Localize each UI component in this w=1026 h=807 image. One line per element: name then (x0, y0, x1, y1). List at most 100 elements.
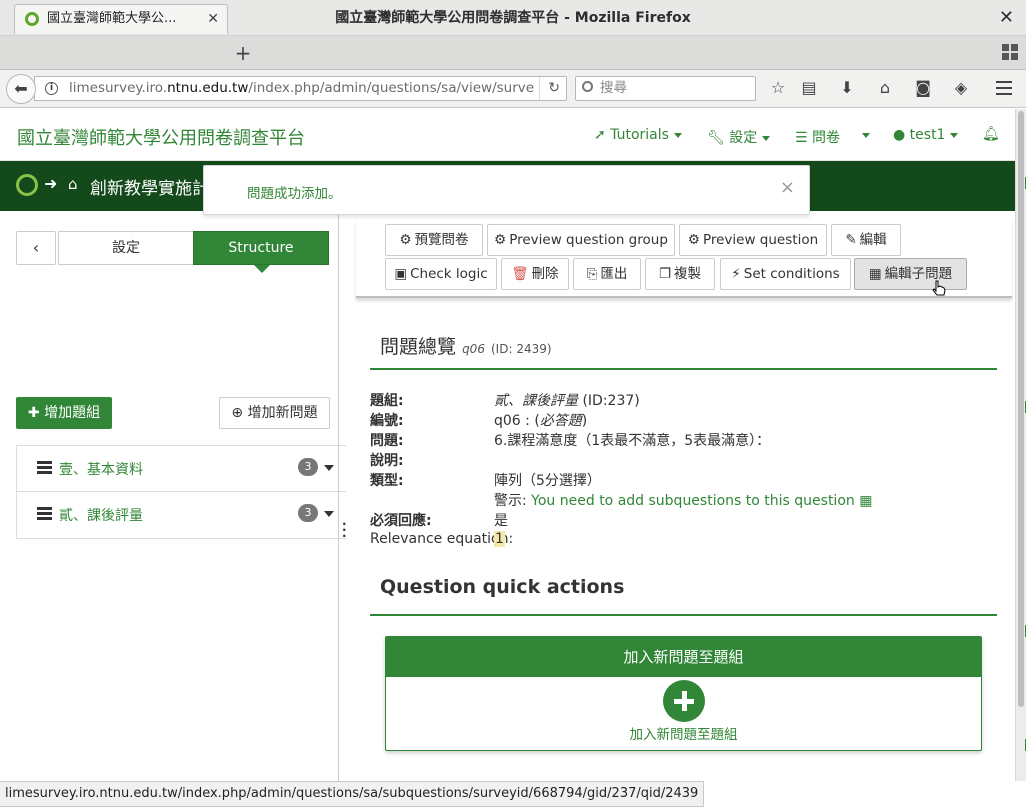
page-scrollbar[interactable] (1015, 109, 1026, 781)
home-icon[interactable]: ⌂ (876, 79, 894, 97)
bookmark-star-icon[interactable]: ☆ (769, 79, 787, 97)
detail-row-mandatory: 必須回應: 是 (370, 510, 1010, 530)
surveys-label: 問卷 (812, 130, 841, 146)
hamburger-menu-icon[interactable] (996, 81, 1012, 95)
window-close-icon[interactable]: ✕ (999, 0, 1014, 36)
add-group-label: 增加題組 (44, 405, 101, 421)
card-label[interactable]: 加入新問題至題組 (386, 723, 981, 743)
pocket-icon[interactable]: ◙ (914, 79, 932, 97)
group-label[interactable]: 壹、基本資料 (59, 459, 143, 479)
question-toolbar: ⚙ 預覽問卷 ⚙ Preview question group ⚙ Preview q… (356, 219, 1012, 298)
detail-key: 題組: (370, 393, 404, 409)
gear-icon: ⚙ (399, 232, 412, 248)
expand-caret-icon[interactable] (324, 511, 334, 517)
expand-caret-icon[interactable] (324, 465, 334, 471)
tab-structure[interactable]: Structure (193, 231, 329, 273)
surveys-menu[interactable]: ☰ 問卷 (795, 127, 840, 147)
quick-actions-heading: Question quick actions (370, 576, 997, 616)
site-info-icon[interactable]: i (45, 82, 58, 95)
set-conditions-label: Set conditions (743, 266, 840, 282)
add-group-button[interactable]: ✚ 增加題組 (16, 397, 112, 429)
detail-key: 說明: (370, 453, 404, 469)
new-tab-icon[interactable]: + (232, 40, 254, 66)
surveys-dropdown[interactable] (857, 127, 870, 143)
drag-handle-icon[interactable] (37, 507, 52, 520)
detail-value: q06 : (必答題) (494, 410, 587, 430)
detail-value: 貳、課後評量 (ID:237) (494, 390, 640, 410)
brand-title[interactable]: 國立臺灣師範大學公用問卷調查平台 (17, 124, 305, 150)
preview-group-label: Preview question group (509, 232, 668, 248)
rocket-icon: ➚ (594, 127, 606, 143)
collapse-sidebar-button[interactable]: ‹ (16, 231, 56, 265)
detail-row-group: 題組: 貳、課後評量 (ID:237) (370, 390, 1010, 410)
delete-button[interactable]: 🗑︎ 刪除 (501, 258, 569, 290)
detail-value: 陣列（5分選擇） (494, 473, 601, 489)
plus-circle-icon[interactable] (663, 680, 705, 722)
reload-icon[interactable]: ↻ (539, 77, 560, 100)
tab-settings[interactable]: 設定 (58, 231, 194, 265)
detail-row-warning: 警示: You need to add subquestions to this… (370, 490, 1010, 510)
success-notification: 問題成功添加。 × (203, 165, 810, 215)
edit-button[interactable]: ✎ 編輯 (831, 224, 901, 256)
home-icon[interactable]: ⌂ (68, 175, 78, 193)
question-group-item[interactable]: 壹、基本資料 3 (17, 446, 346, 492)
grid-icon[interactable]: ▦ (859, 493, 872, 509)
drag-handle-icon[interactable] (37, 461, 52, 474)
preview-group-button[interactable]: ⚙ Preview question group (487, 224, 675, 256)
notification-message: 問題成功添加。 (247, 186, 342, 202)
group-label[interactable]: 貳、課後評量 (59, 505, 143, 525)
copy-button[interactable]: ❐ 複製 (645, 258, 715, 290)
url-path: /index.php/admin/questions/sa/view/surve (248, 80, 535, 96)
notification-bell-icon[interactable]: 🔔︎ (982, 126, 1000, 142)
limesurvey-logo-icon[interactable] (16, 174, 38, 196)
check-logic-button[interactable]: ▣ Check logic (385, 258, 497, 290)
code-close: ) (581, 413, 588, 429)
question-id: (ID: 2439) (491, 342, 552, 356)
url-bar[interactable]: i limesurvey.iro.ntnu.edu.tw/index.php/a… (34, 76, 567, 101)
user-icon: ● (893, 127, 906, 143)
tab-close-icon[interactable]: ✕ (207, 5, 219, 33)
close-icon[interactable]: × (780, 177, 795, 198)
edit-subquestions-button[interactable]: ▦ 編輯子問題 (854, 258, 967, 290)
window-title: 國立臺灣師範大學公用問卷調查平台 - Mozilla Firefox (335, 10, 691, 26)
downloads-icon[interactable]: ⬇ (838, 79, 856, 97)
user-menu[interactable]: ● test1 (893, 127, 959, 143)
group-name: 貳、課後評量 (494, 393, 578, 409)
detail-value: 1 (494, 531, 505, 547)
add-question-to-group-card[interactable]: 加入新問題至題組 加入新問題至題組 (385, 636, 982, 751)
detail-value: 6.課程滿意度（1表最不滿意，5表最滿意）： (494, 433, 771, 449)
browser-tab[interactable]: 國立臺灣師範大學公... ✕ (14, 4, 228, 34)
tab-structure-label: Structure (228, 240, 294, 256)
detail-key: 必須回應: (370, 513, 432, 529)
detail-key: 編號: (370, 413, 404, 429)
export-button[interactable]: ⎘ 匯出 (573, 258, 641, 290)
tab-list-icon[interactable] (1002, 44, 1018, 60)
sync-icon[interactable]: ◈ (952, 79, 970, 97)
sidebar: ‹ 設定 Structure ✚ 增加題組 ⊕ 增加新問題 壹、基本資料 3 貳… (0, 211, 346, 781)
gear-icon: ⚙ (687, 232, 700, 248)
settings-menu[interactable]: 🔧︎ 設定 (707, 127, 771, 147)
chevron-down-icon (862, 132, 870, 138)
group-count-badge: 3 (298, 458, 318, 476)
add-question-label: 增加新問題 (247, 405, 318, 421)
sidebar-resize-handle[interactable]: · · · (338, 211, 350, 781)
detail-value: 是 (494, 513, 508, 529)
search-input[interactable]: 搜尋 (575, 76, 756, 101)
reading-list-icon[interactable]: ▤ (800, 79, 818, 97)
add-question-button[interactable]: ⊕ 增加新問題 (219, 397, 330, 429)
tutorials-menu[interactable]: ➚ Tutorials (594, 127, 682, 143)
preview-question-button[interactable]: ⚙ Preview question (679, 224, 827, 256)
detail-row-help: 說明: (370, 450, 1010, 470)
page-viewport: 國立臺灣師範大學公用問卷調查平台 ➚ Tutorials 🔧︎ 設定 ☰ 問卷 … (0, 109, 1015, 781)
set-conditions-button[interactable]: ⚡︎ Set conditions (720, 258, 851, 290)
warning-link[interactable]: You need to add subquestions to this que… (531, 493, 855, 509)
question-group-item[interactable]: 貳、課後評量 3 (17, 492, 346, 538)
back-button[interactable]: ⬅ (6, 74, 36, 104)
detail-key: Relevance equation: (370, 531, 514, 547)
hand-cursor-icon (932, 280, 946, 296)
scrollbar-thumb[interactable] (1018, 111, 1024, 707)
preview-survey-button[interactable]: ⚙ 預覽問卷 (385, 224, 483, 256)
warning-value: 警示: You need to add subquestions to this… (494, 490, 872, 510)
code-value: q06 : ( (494, 413, 540, 429)
survey-title[interactable]: 創新教學實施計 (90, 174, 209, 199)
